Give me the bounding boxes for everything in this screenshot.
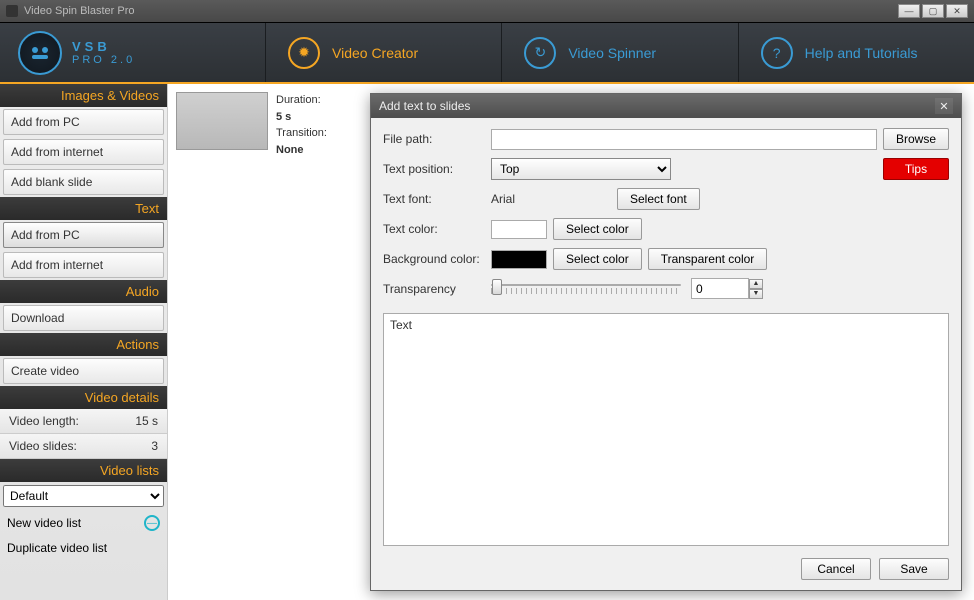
duration-label: Duration:	[276, 92, 327, 109]
new-video-list-label: New video list	[7, 516, 81, 530]
text-box-label: Text	[390, 318, 412, 332]
browse-button[interactable]: Browse	[883, 128, 949, 150]
nav-label: Video Spinner	[568, 45, 656, 61]
gear-icon: ✹	[288, 37, 320, 69]
new-video-list-row[interactable]: New video list —	[0, 510, 167, 536]
add-list-icon[interactable]: —	[144, 515, 160, 531]
save-button[interactable]: Save	[879, 558, 949, 580]
top-nav: VSB PRO 2.0 ✹ Video Creator ↻ Video Spin…	[0, 22, 974, 84]
nav-label: Video Creator	[332, 45, 418, 61]
section-video-lists: Video lists	[0, 459, 167, 482]
bg-color-swatch	[491, 250, 547, 269]
maximize-button[interactable]: ▢	[922, 4, 944, 18]
slider-ticks	[491, 288, 681, 294]
close-button[interactable]: ✕	[946, 4, 968, 18]
text-font-label: Text font:	[383, 192, 485, 206]
text-font-value: Arial	[491, 192, 611, 206]
video-length-value: 15 s	[135, 414, 158, 428]
duplicate-video-list-row[interactable]: Duplicate video list	[0, 536, 167, 560]
select-font-button[interactable]: Select font	[617, 188, 700, 210]
spin-up-button[interactable]: ▲	[749, 279, 763, 289]
duplicate-video-list-label: Duplicate video list	[7, 541, 107, 555]
transparency-input[interactable]	[691, 278, 749, 299]
logo-line2: PRO 2.0	[72, 54, 135, 66]
minimize-button[interactable]: —	[898, 4, 920, 18]
video-slides-row: Video slides: 3	[0, 434, 167, 459]
logo-line1: VSB	[72, 39, 135, 54]
select-text-color-button[interactable]: Select color	[553, 218, 642, 240]
add-from-internet-button[interactable]: Add from internet	[3, 139, 164, 165]
slide-thumbnail[interactable]	[176, 92, 268, 150]
video-length-label: Video length:	[9, 414, 79, 428]
transition-value: None	[276, 144, 304, 156]
refresh-icon: ↻	[524, 37, 556, 69]
dialog-title: Add text to slides	[379, 99, 470, 113]
select-bg-color-button[interactable]: Select color	[553, 248, 642, 270]
nav-label: Help and Tutorials	[805, 45, 918, 61]
add-text-dialog: Add text to slides ✕ File path: Browse T…	[370, 93, 962, 591]
text-add-from-internet-button[interactable]: Add from internet	[3, 252, 164, 278]
window-title: Video Spin Blaster Pro	[24, 5, 134, 17]
dialog-titlebar: Add text to slides ✕	[371, 94, 961, 118]
video-list-select[interactable]: Default	[3, 485, 164, 507]
text-color-swatch	[491, 220, 547, 239]
sidebar: Images & Videos Add from PC Add from int…	[0, 84, 168, 600]
filepath-input[interactable]	[491, 129, 877, 150]
text-content-box[interactable]: Text	[383, 313, 949, 546]
bg-color-label: Background color:	[383, 252, 485, 266]
audio-download-button[interactable]: Download	[3, 305, 164, 331]
video-slides-label: Video slides:	[9, 439, 77, 453]
nav-help[interactable]: ? Help and Tutorials	[738, 23, 974, 82]
section-actions: Actions	[0, 333, 167, 356]
add-from-pc-button[interactable]: Add from PC	[3, 109, 164, 135]
text-position-select[interactable]: Top	[491, 158, 671, 180]
text-position-label: Text position:	[383, 162, 485, 176]
transition-label: Transition:	[276, 125, 327, 142]
text-add-from-pc-button[interactable]: Add from PC	[3, 222, 164, 248]
section-audio: Audio	[0, 280, 167, 303]
cancel-button[interactable]: Cancel	[801, 558, 871, 580]
create-video-button[interactable]: Create video	[3, 358, 164, 384]
video-length-row: Video length: 15 s	[0, 409, 167, 434]
filepath-label: File path:	[383, 132, 485, 146]
spin-down-button[interactable]: ▼	[749, 289, 763, 299]
transparent-color-button[interactable]: Transparent color	[648, 248, 768, 270]
section-images-videos: Images & Videos	[0, 84, 167, 107]
logo: VSB PRO 2.0	[0, 23, 265, 82]
text-color-label: Text color:	[383, 222, 485, 236]
app-icon	[6, 5, 18, 17]
section-video-details: Video details	[0, 386, 167, 409]
logo-badge-icon	[18, 31, 62, 75]
duration-value: 5 s	[276, 111, 291, 123]
tips-button[interactable]: Tips	[883, 158, 949, 180]
nav-video-creator[interactable]: ✹ Video Creator	[265, 23, 501, 82]
slide-meta: Duration: 5 s Transition: None	[276, 92, 327, 158]
slider-thumb[interactable]	[492, 279, 502, 295]
video-slides-value: 3	[151, 439, 158, 453]
transparency-slider[interactable]	[491, 284, 681, 286]
section-text: Text	[0, 197, 167, 220]
add-blank-slide-button[interactable]: Add blank slide	[3, 169, 164, 195]
nav-video-spinner[interactable]: ↻ Video Spinner	[501, 23, 737, 82]
dialog-close-button[interactable]: ✕	[935, 98, 953, 114]
titlebar: Video Spin Blaster Pro — ▢ ✕	[0, 0, 974, 22]
question-icon: ?	[761, 37, 793, 69]
transparency-label: Transparency	[383, 282, 485, 296]
